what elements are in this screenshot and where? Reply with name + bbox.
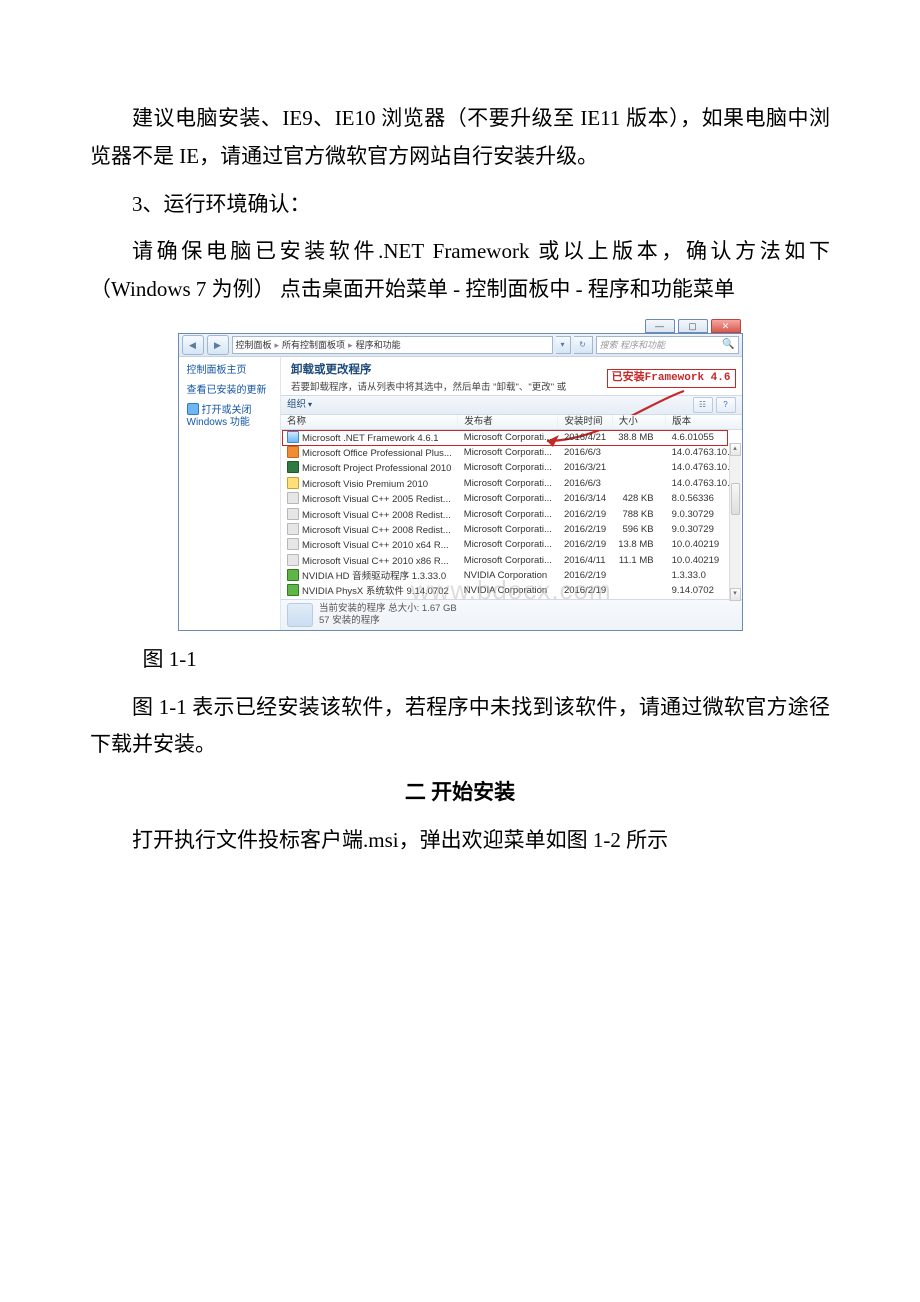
status-count: 57 安装的程序 — [319, 615, 457, 626]
program-icon — [287, 538, 299, 550]
chevron-right-icon: ▸ — [348, 340, 353, 351]
status-total: 当前安装的程序 总大小: 1.67 GB — [319, 603, 457, 614]
forward-button[interactable]: ▶ — [207, 335, 229, 355]
breadcrumb-dropdown[interactable]: ▾ — [556, 336, 571, 354]
back-button[interactable]: ◀ — [182, 335, 204, 355]
program-icon — [287, 508, 299, 520]
table-row[interactable]: NVIDIA PhysX 系统软件 9.14.0702NVIDIA Corpor… — [281, 583, 741, 598]
list-toolbar: 组织 ▾ ☷ ? — [281, 395, 742, 415]
column-header-version[interactable]: 版本 — [666, 415, 741, 429]
figure-caption-1-1: 图 1-1 — [90, 641, 830, 679]
computer-icon — [287, 603, 313, 627]
table-row[interactable]: NVIDIA HD 音频驱动程序 1.3.33.0NVIDIA Corporat… — [281, 568, 741, 583]
table-row[interactable]: Microsoft Visual C++ 2008 Redist...Micro… — [281, 507, 741, 522]
window-titlebar: — ▢ ✕ — [178, 319, 743, 333]
sidebar-home-link[interactable]: 控制面板主页 — [187, 365, 273, 377]
paragraph-after-figure: 图 1-1 表示已经安装该软件，若程序中未找到该软件，请通过微软官方途径下载并安… — [90, 689, 830, 765]
search-placeholder: 搜索 程序和功能 — [600, 340, 666, 351]
heading-section-2: 二 开始安装 — [90, 774, 830, 812]
column-header-name[interactable]: 名称 — [281, 415, 458, 429]
table-row[interactable]: Microsoft Visio Premium 2010Microsoft Co… — [281, 476, 741, 491]
help-button[interactable]: ? — [716, 397, 736, 413]
sidebar-updates-link[interactable]: 查看已安装的更新 — [187, 385, 273, 397]
search-icon: 🔍 — [722, 339, 734, 351]
scroll-down-icon[interactable]: ▾ — [730, 588, 741, 601]
program-icon — [287, 554, 299, 566]
program-icon — [287, 446, 299, 458]
program-icon — [287, 584, 299, 596]
sidebar: 控制面板主页 查看已安装的更新 打开或关闭 Windows 功能 — [179, 357, 282, 630]
column-header-publisher[interactable]: 发布者 — [458, 415, 558, 429]
content-area: 卸载或更改程序 若要卸载程序，请从列表中将其选中，然后单击 "卸载"、"更改" … — [281, 357, 742, 630]
table-row[interactable]: Microsoft Visual C++ 2010 x64 R...Micros… — [281, 537, 741, 552]
minimize-button[interactable]: — — [645, 319, 675, 333]
screenshot-window: — ▢ ✕ ◀ ▶ 控制面板 ▸ 所有控制面板项 ▸ 程序和功能 ▾ ↻ 搜索 … — [178, 319, 743, 631]
refresh-button[interactable]: ↻ — [574, 336, 593, 354]
table-row[interactable]: Microsoft .NET Framework 4.6.1Microsoft … — [281, 429, 741, 445]
program-icon — [287, 569, 299, 581]
shield-icon — [187, 403, 199, 415]
scroll-up-icon[interactable]: ▴ — [730, 443, 741, 456]
program-icon — [287, 492, 299, 504]
vertical-scrollbar[interactable]: ▴ ▾ — [729, 443, 741, 601]
search-input[interactable]: 搜索 程序和功能 🔍 — [596, 336, 739, 354]
chevron-down-icon: ▾ — [308, 400, 312, 410]
table-row[interactable]: Microsoft Project Professional 2010Micro… — [281, 460, 741, 475]
program-icon — [287, 461, 299, 473]
organize-button[interactable]: 组织 ▾ — [287, 399, 312, 410]
sidebar-windows-features-link[interactable]: 打开或关闭 Windows 功能 — [187, 403, 273, 429]
breadcrumb-item[interactable]: 控制面板 — [236, 340, 272, 351]
breadcrumb-item[interactable]: 所有控制面板项 — [282, 340, 345, 351]
table-row[interactable]: Microsoft Visual C++ 2008 Redist...Micro… — [281, 522, 741, 537]
program-icon — [287, 477, 299, 489]
view-mode-button[interactable]: ☷ — [693, 397, 713, 413]
column-header-size[interactable]: 大小 — [612, 415, 665, 429]
program-icon — [287, 431, 299, 443]
paragraph-runtime-title: 3、运行环境确认： — [90, 186, 830, 224]
table-row[interactable]: Microsoft Visual C++ 2005 Redist...Micro… — [281, 491, 741, 506]
status-bar: 当前安装的程序 总大小: 1.67 GB 57 安装的程序 — [281, 599, 742, 630]
maximize-button[interactable]: ▢ — [678, 319, 708, 333]
scroll-thumb[interactable] — [731, 483, 740, 515]
table-row[interactable]: Microsoft Visual C++ 2010 x86 R...Micros… — [281, 553, 741, 568]
paragraph-ie: 建议电脑安装、IE9、IE10 浏览器（不要升级至 IE11 版本），如果电脑中… — [90, 100, 830, 176]
program-icon — [287, 523, 299, 535]
table-row[interactable]: Microsoft Office Professional Plus...Mic… — [281, 445, 741, 460]
column-header-date[interactable]: 安装时间 — [558, 415, 612, 429]
breadcrumb[interactable]: 控制面板 ▸ 所有控制面板项 ▸ 程序和功能 — [232, 336, 553, 354]
breadcrumb-item[interactable]: 程序和功能 — [356, 340, 401, 351]
programs-table: 名称 发布者 安装时间 大小 版本 Microsoft .NET Framewo… — [281, 415, 742, 599]
chevron-right-icon: ▸ — [275, 340, 280, 351]
callout-label: 已安装Framework 4.6 — [607, 369, 736, 388]
paragraph-runtime-desc: 请确保电脑已安装软件.NET Framework 或以上版本，确认方法如下（Wi… — [90, 233, 830, 309]
close-button[interactable]: ✕ — [711, 319, 741, 333]
paragraph-open-msi: 打开执行文件投标客户端.msi，弹出欢迎菜单如图 1-2 所示 — [90, 822, 830, 860]
